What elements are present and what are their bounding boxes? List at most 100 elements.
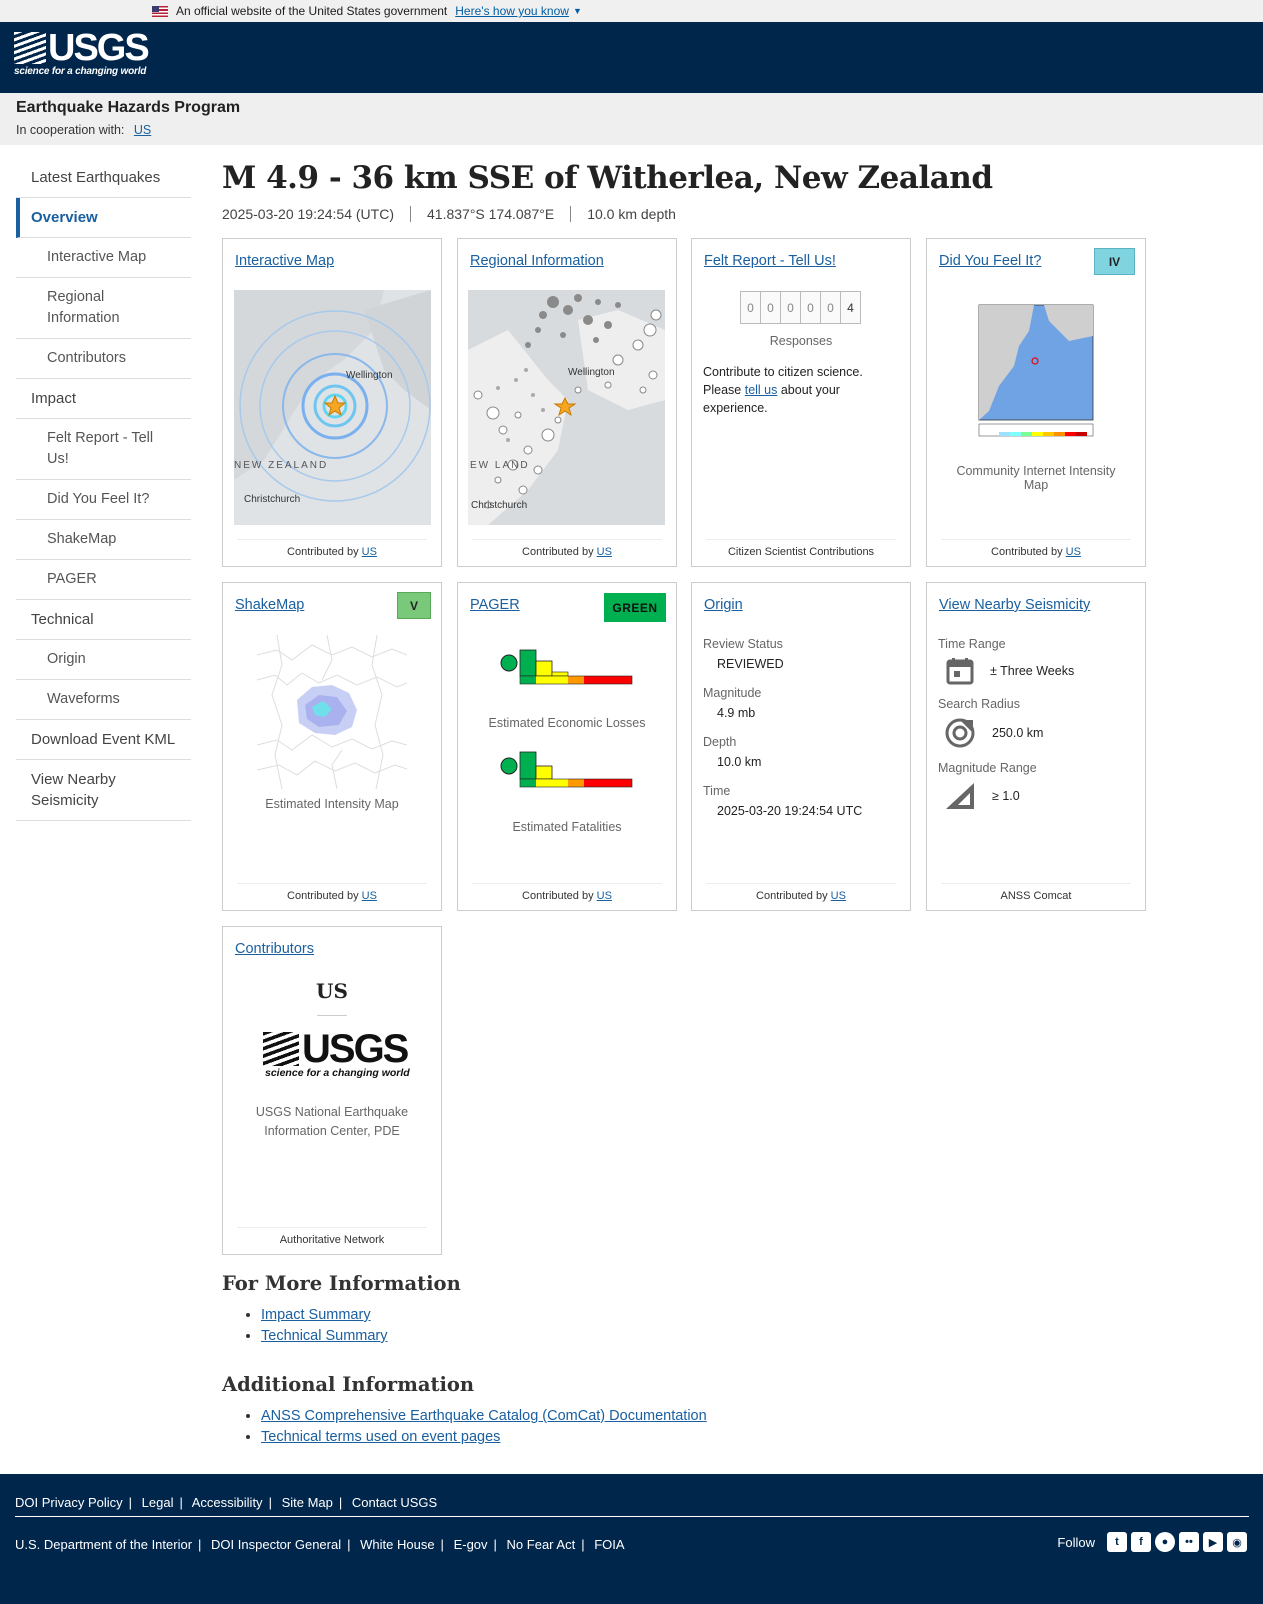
- magnitude-range-value: ≥ 1.0: [992, 789, 1020, 803]
- sidebar-item-origin[interactable]: Origin: [16, 640, 191, 680]
- instagram-icon[interactable]: ◉: [1227, 1532, 1247, 1552]
- list-item: Impact Summary: [261, 1305, 1122, 1326]
- origin-time-value: 2025-03-20 19:24:54 UTC: [717, 804, 863, 818]
- contributor-link[interactable]: US: [362, 890, 377, 902]
- list-item: ANSS Comprehensive Earthquake Catalog (C…: [261, 1406, 1122, 1427]
- sidebar-item-waveforms[interactable]: Waveforms: [16, 680, 191, 720]
- card-title-dyfi[interactable]: Did You Feel It?: [939, 253, 1041, 269]
- card-nearby-seismicity[interactable]: View Nearby Seismicity Time Range ± Thre…: [926, 582, 1146, 911]
- technical-summary-link[interactable]: Technical Summary: [261, 1328, 388, 1344]
- search-radius-value: 250.0 km: [992, 726, 1044, 740]
- sidebar-item-shakemap[interactable]: ShakeMap: [16, 520, 191, 560]
- card-felt-report[interactable]: Felt Report - Tell Us! 0 0 0 0 0 4 Respo…: [691, 238, 911, 567]
- contributor-link[interactable]: US: [597, 546, 612, 558]
- footer-link-contact[interactable]: Contact USGS: [352, 1495, 437, 1510]
- card-title-origin[interactable]: Origin: [704, 597, 743, 613]
- card-title-regional-information[interactable]: Regional Information: [470, 253, 604, 269]
- facebook-icon[interactable]: f: [1131, 1532, 1151, 1552]
- origin-time-label: Time: [703, 784, 731, 798]
- footer-link-legal[interactable]: Legal: [142, 1495, 174, 1510]
- card-title-contributors[interactable]: Contributors: [235, 941, 314, 957]
- card-title-felt-report[interactable]: Felt Report - Tell Us!: [704, 253, 836, 269]
- contributor-link[interactable]: US: [1066, 546, 1081, 558]
- sidebar-item-dyfi[interactable]: Did You Feel It?: [16, 480, 191, 520]
- shakemap-image[interactable]: [257, 635, 407, 789]
- sidebar-item-overview[interactable]: Overview: [16, 198, 191, 238]
- list-item: Technical terms used on event pages: [261, 1427, 1122, 1448]
- card-contributors[interactable]: Contributors US USGS science for a chang…: [222, 926, 442, 1255]
- map-label-christchurch: Christchurch: [244, 494, 300, 505]
- card-title-nearby-seismicity[interactable]: View Nearby Seismicity: [939, 597, 1090, 613]
- footer-link-white-house[interactable]: White House: [360, 1537, 434, 1552]
- sidebar-item-latest-earthquakes[interactable]: Latest Earthquakes: [16, 158, 191, 198]
- card-pager[interactable]: PAGER GREEN Estimated Economic Losses Es…: [457, 582, 677, 911]
- chevron-down-icon[interactable]: ▼: [573, 6, 582, 16]
- sidebar-item-pager[interactable]: PAGER: [16, 560, 191, 600]
- footer-link-egov[interactable]: E-gov: [454, 1537, 488, 1552]
- card-origin[interactable]: Origin Review Status REVIEWED Magnitude …: [691, 582, 911, 911]
- footer-link-doi[interactable]: U.S. Department of the Interior: [15, 1537, 192, 1552]
- interactive-map-image[interactable]: Wellington NEW ZEALAND Christchurch: [234, 290, 431, 525]
- dyfi-map-image[interactable]: [969, 291, 1104, 446]
- sidebar-item-download-kml[interactable]: Download Event KML: [16, 720, 191, 760]
- tell-us-link[interactable]: tell us: [745, 383, 778, 397]
- divider: [317, 1015, 347, 1016]
- impact-summary-link[interactable]: Impact Summary: [261, 1307, 371, 1323]
- footer-links-secondary: U.S. Department of the Interior | DOI Ins…: [15, 1537, 625, 1552]
- card-dyfi[interactable]: Did You Feel It? IV Community Internet I…: [926, 238, 1146, 567]
- shakemap-caption: Estimated Intensity Map: [265, 797, 399, 811]
- card-title-interactive-map[interactable]: Interactive Map: [235, 253, 334, 269]
- footer-link-inspector-general[interactable]: DOI Inspector General: [211, 1537, 341, 1552]
- regional-label-new-zealand: EW LAND: [470, 460, 530, 471]
- program-title: Earthquake Hazards Program: [16, 99, 241, 116]
- contributor-link[interactable]: US: [362, 546, 377, 558]
- sidebar-item-regional-information[interactable]: Regional Information: [16, 278, 191, 339]
- event-time: 2025-03-20 19:24:54 (UTC): [222, 206, 394, 222]
- footer-link-no-fear-act[interactable]: No Fear Act: [507, 1537, 576, 1552]
- pager-fatalities-histogram[interactable]: [500, 748, 635, 803]
- flickr-icon[interactable]: ••: [1179, 1532, 1199, 1552]
- regional-map-image[interactable]: Wellington EW LAND Christchurch: [468, 290, 665, 525]
- technical-terms-link[interactable]: Technical terms used on event pages: [261, 1429, 500, 1445]
- sidebar-item-technical[interactable]: Technical: [16, 600, 191, 640]
- coop-label: In cooperation with:: [16, 123, 125, 137]
- sidebar-item-nearby-seismicity[interactable]: View Nearby Seismicity: [16, 760, 191, 821]
- sidebar-item-felt-report[interactable]: Felt Report - Tell Us!: [16, 419, 191, 480]
- sidebar-item-contributors[interactable]: Contributors: [16, 339, 191, 379]
- card-title-shakemap[interactable]: ShakeMap: [235, 597, 304, 613]
- pager-losses-histogram[interactable]: [500, 645, 635, 700]
- sidebar-item-interactive-map[interactable]: Interactive Map: [16, 238, 191, 278]
- more-info-list: Impact Summary Technical Summary: [222, 1305, 1122, 1347]
- card-interactive-map[interactable]: Interactive Map Wellington NEW ZEALAND C…: [222, 238, 442, 567]
- sidebar-item-impact[interactable]: Impact: [16, 379, 191, 419]
- footer-link-site-map[interactable]: Site Map: [282, 1495, 333, 1510]
- logo-wordmark: USGS: [48, 27, 150, 69]
- usgs-logo[interactable]: USGS science for a changing world: [14, 27, 150, 77]
- site-footer: DOI Privacy Policy | Legal | Accessibility…: [0, 1474, 1263, 1604]
- how-you-know-link[interactable]: Here's how you know: [455, 4, 569, 18]
- origin-review-status-label: Review Status: [703, 637, 783, 651]
- dyfi-caption: Community Internet Intensity Map: [956, 464, 1116, 492]
- card-footer: Citizen Scientist Contributions: [706, 539, 896, 558]
- twitter-icon[interactable]: t: [1107, 1532, 1127, 1552]
- contributor-link[interactable]: US: [831, 890, 846, 902]
- contributor-link[interactable]: US: [597, 890, 612, 902]
- card-regional-information[interactable]: Regional Information Wellington EW LAND …: [457, 238, 677, 567]
- counter-digit: 0: [820, 291, 841, 324]
- card-footer: Contributed by US: [237, 539, 427, 558]
- event-location: 41.837°S 174.087°E: [410, 206, 570, 222]
- footer-link-foia[interactable]: FOIA: [594, 1537, 624, 1552]
- footer-link-accessibility[interactable]: Accessibility: [192, 1495, 263, 1510]
- github-icon[interactable]: ●: [1155, 1532, 1175, 1552]
- origin-magnitude-value: 4.9 mb: [717, 706, 756, 720]
- coop-link[interactable]: US: [134, 123, 151, 137]
- response-counter: 0 0 0 0 0 4: [692, 291, 910, 324]
- counter-digit: 0: [760, 291, 781, 324]
- card-title-pager[interactable]: PAGER: [470, 597, 520, 613]
- comcat-docs-link[interactable]: ANSS Comprehensive Earthquake Catalog (C…: [261, 1408, 707, 1424]
- footer-link-privacy[interactable]: DOI Privacy Policy: [15, 1495, 123, 1510]
- list-item: Technical Summary: [261, 1326, 1122, 1347]
- youtube-icon[interactable]: ▶: [1203, 1532, 1223, 1552]
- card-shakemap[interactable]: ShakeMap V Estimated Intensity Map Contr…: [222, 582, 442, 911]
- pager-losses-caption: Estimated Economic Losses: [488, 716, 646, 730]
